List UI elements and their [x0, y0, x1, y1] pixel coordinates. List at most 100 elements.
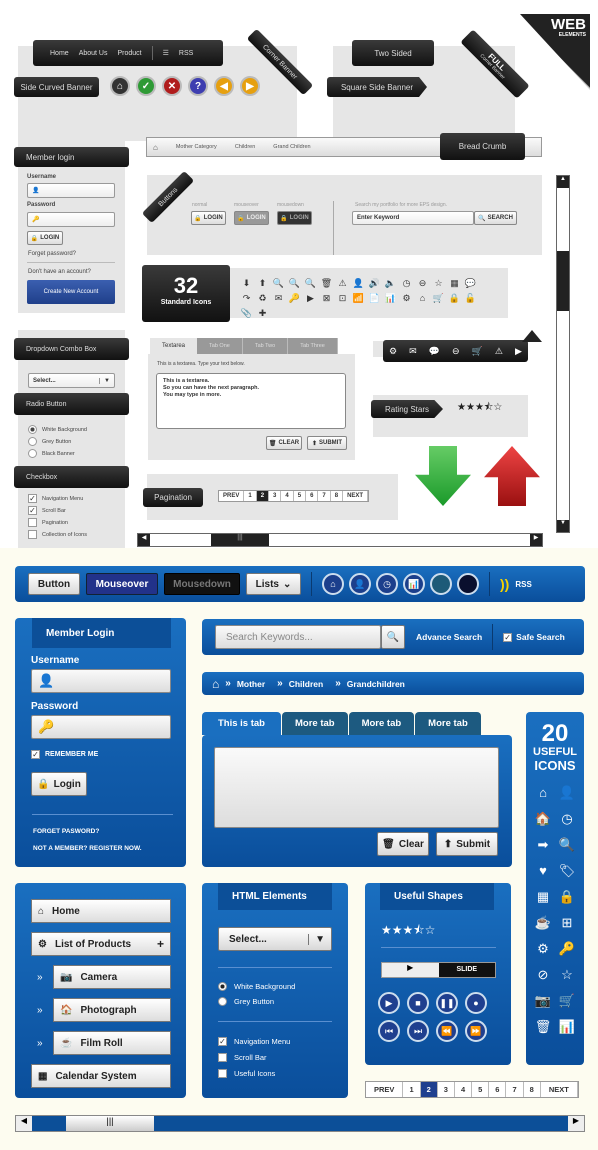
- arrow-left-icon[interactable]: ◀: [214, 76, 234, 96]
- safe-search-checkbox[interactable]: ✓: [503, 632, 513, 642]
- submit-button[interactable]: ⬆ Submit: [436, 832, 498, 856]
- checkbox-option[interactable]: ✓ Navigation Menu: [218, 1037, 290, 1046]
- nav-item-button[interactable]: 🏠 Photograph: [53, 998, 171, 1022]
- tab-textarea[interactable]: Textarea: [150, 338, 198, 354]
- scroll-right-button[interactable]: ▶: [568, 1116, 584, 1131]
- radio-button[interactable]: [28, 449, 37, 458]
- home-icon[interactable]: ⌂: [212, 677, 219, 691]
- page-2[interactable]: 2: [420, 1082, 438, 1097]
- red-up-arrow-icon[interactable]: [484, 446, 540, 506]
- register-link[interactable]: NOT A MEMBER? REGISTER NOW.: [33, 845, 142, 852]
- media-button[interactable]: ⏮: [378, 1020, 400, 1042]
- page-4[interactable]: 4: [281, 491, 294, 501]
- nav-item[interactable]: » ☕ Film Roll: [31, 1031, 171, 1055]
- ribbon-icon[interactable]: ⚙: [389, 346, 397, 357]
- circle-button[interactable]: [430, 573, 452, 595]
- ribbon-icon[interactable]: ▶: [515, 346, 522, 357]
- page-2[interactable]: 2: [256, 491, 270, 501]
- page-7[interactable]: 7: [318, 491, 331, 501]
- useful-icon[interactable]: ☆: [557, 967, 577, 983]
- ribbon-icon[interactable]: ✉: [409, 346, 417, 357]
- useful-icon[interactable]: 🔒: [557, 889, 577, 905]
- star-icon[interactable]: ★: [403, 923, 414, 937]
- useful-icon[interactable]: 📊: [557, 1019, 577, 1035]
- login-button-normal[interactable]: 🔒 LOGIN: [191, 211, 226, 225]
- tab[interactable]: More tab: [415, 712, 481, 735]
- page-5[interactable]: 5: [294, 491, 307, 501]
- create-account-button[interactable]: Create New Account: [27, 280, 115, 304]
- scroll-left-button[interactable]: ◀: [138, 534, 150, 546]
- page-5[interactable]: 5: [472, 1082, 490, 1097]
- scroll-up-button[interactable]: ▲: [557, 176, 569, 188]
- scroll-thumb[interactable]: |||: [66, 1116, 154, 1131]
- nav-item[interactable]: ⌂ Home: [31, 899, 171, 923]
- media-button[interactable]: ⏪: [436, 1020, 458, 1042]
- useful-icon[interactable]: ♥: [533, 863, 553, 879]
- rss-icon[interactable]: )): [500, 576, 509, 592]
- submit-button[interactable]: ⬆ SUBMIT: [307, 436, 347, 450]
- login-button-mouseover[interactable]: 🔒 LOGIN: [234, 211, 269, 225]
- checkbox[interactable]: [218, 1053, 227, 1062]
- checkbox-option[interactable]: Collection of Icons: [28, 530, 87, 539]
- next-button[interactable]: NEXT: [541, 1082, 578, 1097]
- circle-button[interactable]: 📊: [403, 573, 425, 595]
- checkbox-option[interactable]: Scroll Bar: [218, 1053, 290, 1062]
- button-mousedown[interactable]: Mousedown: [164, 573, 240, 595]
- circle-button[interactable]: 👤: [349, 573, 371, 595]
- media-button[interactable]: ■: [407, 992, 429, 1014]
- clear-button[interactable]: 🗑 CLEAR: [266, 436, 302, 450]
- nav-item-button[interactable]: ▦ Calendar System: [31, 1064, 171, 1088]
- forgot-password-link[interactable]: Forget password?: [28, 251, 76, 257]
- scroll-thumb[interactable]: [557, 251, 569, 311]
- star-icon[interactable]: ★: [475, 402, 484, 413]
- breadcrumb-item[interactable]: Mother: [237, 679, 265, 689]
- checkbox-option[interactable]: Useful Icons: [218, 1069, 290, 1078]
- tab[interactable]: More tab: [348, 712, 415, 735]
- useful-icon[interactable]: ▦: [533, 889, 553, 905]
- useful-icon[interactable]: 🛒: [557, 993, 577, 1009]
- vertical-scrollbar[interactable]: ▲ ▼: [556, 175, 570, 533]
- media-button[interactable]: ❚❚: [436, 992, 458, 1014]
- media-button[interactable]: ●: [465, 992, 487, 1014]
- username-field[interactable]: 👤: [31, 669, 171, 693]
- ribbon-icon[interactable]: 🛒: [472, 346, 483, 357]
- breadcrumb-home-icon[interactable]: ⌂: [153, 143, 158, 152]
- horizontal-scrollbar[interactable]: ◀ ||| ▶: [15, 1115, 585, 1132]
- remember-checkbox[interactable]: ✓: [31, 750, 40, 759]
- useful-icon[interactable]: 🔍: [557, 837, 577, 853]
- remember-me[interactable]: ✓ REMEMBER ME: [31, 750, 98, 759]
- circle-button[interactable]: ⌂: [322, 573, 344, 595]
- password-field[interactable]: 🔑: [31, 715, 171, 739]
- nav-item[interactable]: ⚙ List of Products +: [31, 932, 171, 956]
- checkbox[interactable]: ✓: [218, 1037, 227, 1046]
- checkbox[interactable]: [218, 1069, 227, 1078]
- login-button-mousedown[interactable]: 🔒 LOGIN: [277, 211, 312, 225]
- rating-stars[interactable]: ★★★⯪☆: [381, 921, 435, 942]
- useful-icon[interactable]: 🏠: [533, 811, 553, 827]
- clear-button[interactable]: 🗑 Clear: [377, 832, 429, 856]
- page-3[interactable]: 3: [269, 491, 282, 501]
- useful-icon[interactable]: 📷: [533, 993, 553, 1009]
- scroll-down-button[interactable]: ▼: [557, 520, 569, 532]
- breadcrumb-item[interactable]: Grandchildren: [347, 679, 405, 689]
- star-icon[interactable]: ★: [392, 923, 403, 937]
- button-normal[interactable]: Button: [28, 573, 80, 595]
- ribbon-icon[interactable]: ⚠: [495, 346, 503, 357]
- tab-tab-one[interactable]: Tab One: [197, 338, 243, 354]
- star-icon[interactable]: ★: [466, 402, 475, 413]
- checkbox[interactable]: [28, 518, 37, 527]
- search-button[interactable]: 🔍 SEARCH: [474, 211, 517, 225]
- nav-item-button[interactable]: ☕ Film Roll: [53, 1031, 171, 1055]
- page-6[interactable]: 6: [306, 491, 319, 501]
- star-icon[interactable]: ☆: [493, 402, 502, 413]
- page-1[interactable]: 1: [403, 1082, 421, 1097]
- radio-option[interactable]: White Background: [218, 982, 295, 991]
- star-icon[interactable]: ⯪: [484, 402, 493, 413]
- radio-option[interactable]: White Background: [28, 425, 87, 434]
- breadcrumb-item[interactable]: Children: [235, 144, 255, 150]
- star-icon[interactable]: ☆: [425, 923, 436, 937]
- useful-icon[interactable]: ⌂: [533, 785, 553, 801]
- useful-icon[interactable]: ➡: [533, 837, 553, 853]
- password-field[interactable]: 🔑: [27, 212, 115, 227]
- nav-item-button[interactable]: ⚙ List of Products +: [31, 932, 171, 956]
